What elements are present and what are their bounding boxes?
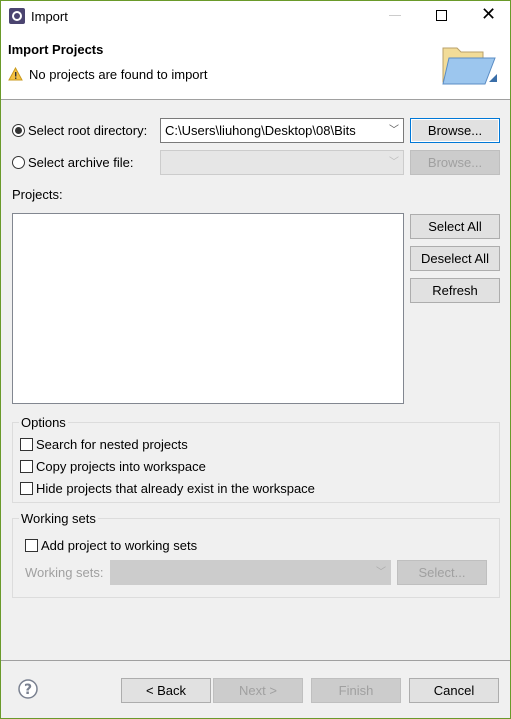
warning-icon	[8, 67, 23, 81]
chevron-down-icon: ﹀	[376, 567, 386, 578]
add-working-sets-checkbox[interactable]	[25, 539, 38, 552]
maximize-button[interactable]	[436, 10, 447, 21]
window-title: Import	[31, 9, 68, 24]
footer-separator	[1, 660, 510, 661]
working-sets-label: Working sets:	[25, 565, 104, 580]
working-sets-title: Working sets	[19, 511, 98, 526]
folder-open-icon	[442, 47, 497, 85]
archive-file-label: Select archive file:	[28, 155, 134, 170]
options-title: Options	[19, 415, 68, 430]
hide-existing-checkbox[interactable]	[20, 482, 33, 495]
root-directory-value: C:\Users\liuhong\Desktop\08\Bits	[165, 123, 356, 138]
eclipse-icon	[9, 8, 25, 24]
browse-root-button[interactable]: Browse...	[410, 118, 500, 143]
deselect-all-button[interactable]: Deselect All	[410, 246, 500, 271]
root-directory-radio[interactable]	[12, 124, 25, 137]
hide-existing-label: Hide projects that already exist in the …	[36, 481, 315, 496]
nested-projects-label: Search for nested projects	[36, 437, 188, 452]
finish-button[interactable]: Finish	[311, 678, 401, 703]
minimize-button[interactable]	[389, 15, 401, 16]
back-button[interactable]: < Back	[121, 678, 211, 703]
root-directory-label: Select root directory:	[28, 123, 148, 138]
browse-archive-button[interactable]: Browse...	[410, 150, 500, 175]
archive-file-combo[interactable]: ﹀	[160, 150, 404, 175]
header-message: No projects are found to import	[29, 67, 208, 82]
svg-text:?: ?	[24, 682, 32, 698]
import-dialog: Import ✕ Import Projects No projects are…	[0, 0, 511, 719]
nested-projects-checkbox[interactable]	[20, 438, 33, 451]
chevron-down-icon[interactable]: ﹀	[389, 119, 399, 142]
copy-projects-label: Copy projects into workspace	[36, 459, 206, 474]
chevron-down-icon: ﹀	[389, 157, 399, 168]
close-button[interactable]: ✕	[481, 4, 496, 25]
page-title: Import Projects	[8, 42, 104, 57]
add-working-sets-label: Add project to working sets	[41, 538, 198, 553]
root-directory-combo[interactable]: C:\Users\liuhong\Desktop\08\Bits ﹀	[160, 118, 404, 143]
cancel-button[interactable]: Cancel	[409, 678, 499, 703]
help-icon[interactable]: ?	[18, 679, 38, 699]
projects-list[interactable]	[12, 213, 404, 404]
archive-file-radio[interactable]	[12, 156, 25, 169]
select-all-button[interactable]: Select All	[410, 214, 500, 239]
projects-label: Projects:	[12, 187, 63, 202]
working-sets-group	[12, 518, 500, 598]
refresh-button[interactable]: Refresh	[410, 278, 500, 303]
select-working-sets-button[interactable]: Select...	[397, 560, 487, 585]
title-bar: Import ✕	[1, 1, 510, 31]
working-sets-combo[interactable]: ﹀	[110, 560, 391, 585]
wizard-header: Import Projects No projects are found to…	[1, 31, 510, 100]
copy-projects-checkbox[interactable]	[20, 460, 33, 473]
next-button[interactable]: Next >	[213, 678, 303, 703]
